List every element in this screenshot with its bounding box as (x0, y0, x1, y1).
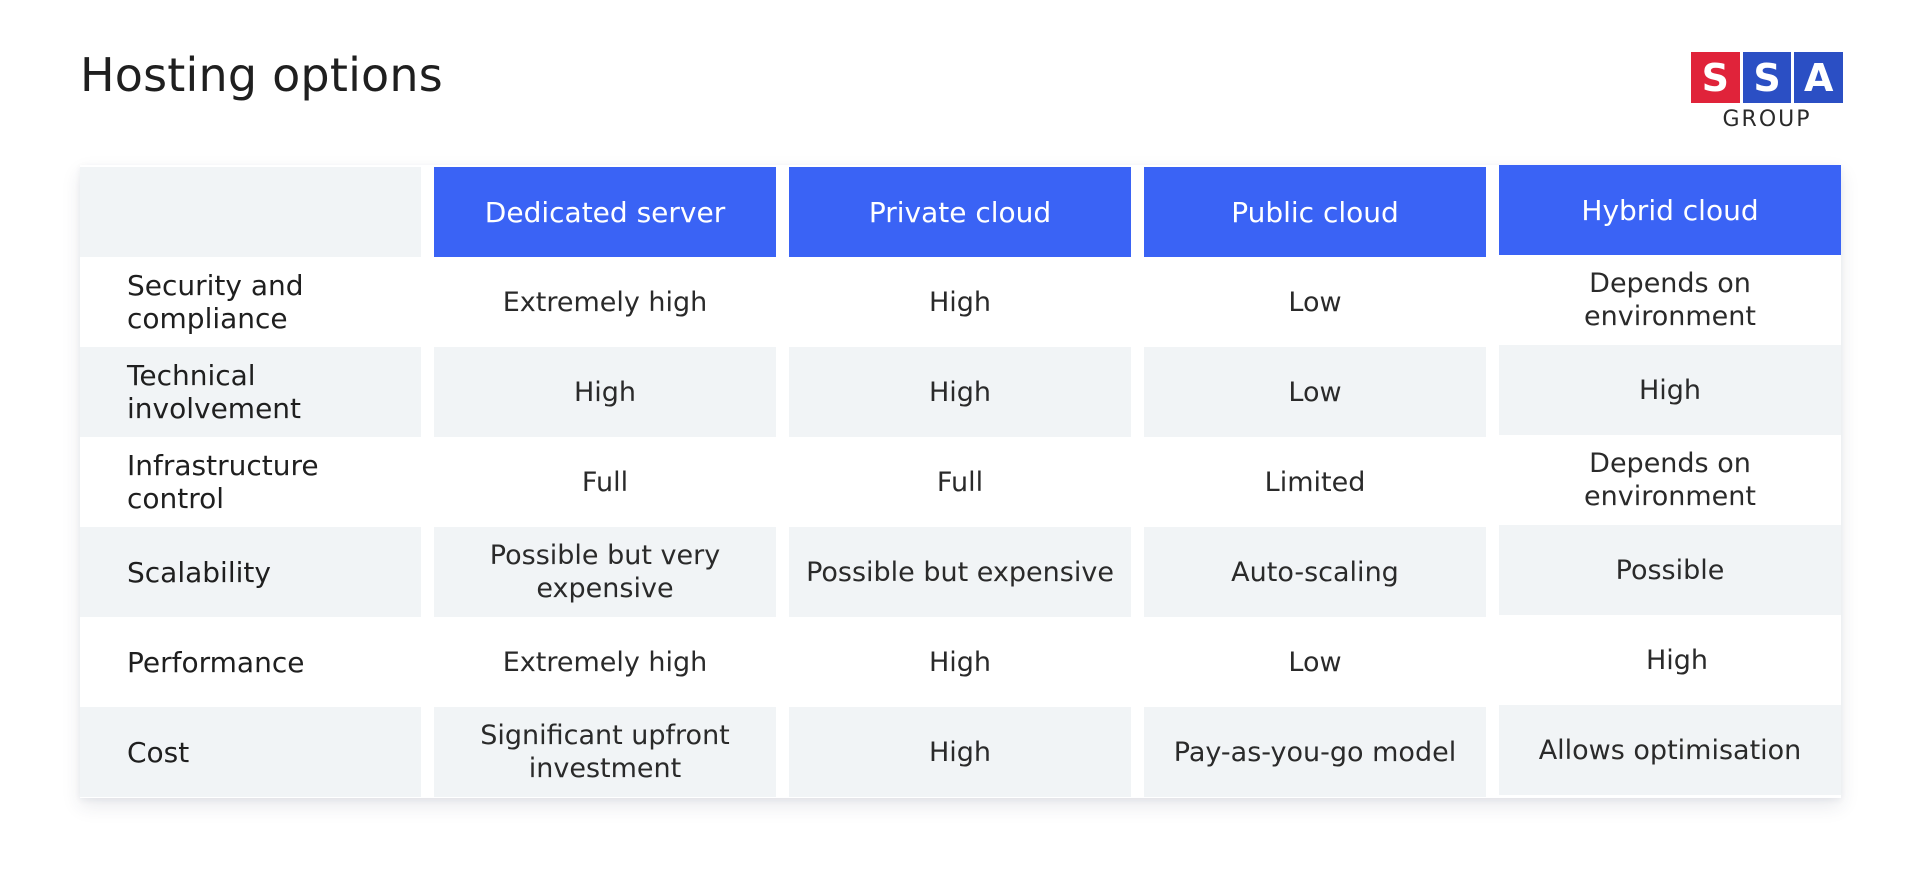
table-cell: High (1499, 345, 1841, 435)
row-label: Security and compliance (80, 257, 421, 347)
row-label: Technical involvement (80, 347, 421, 437)
table-cell: High (434, 347, 776, 437)
logo-subtitle: GROUP (1722, 107, 1812, 132)
hosting-comparison-table: Security and compliance Technical involv… (80, 165, 1841, 798)
table-cell: Pay-as-you-go model (1144, 707, 1486, 797)
table-cell: High (789, 707, 1131, 797)
table-cell: Low (1144, 617, 1486, 707)
table-cell: Full (434, 437, 776, 527)
table-cell: Possible (1499, 525, 1841, 615)
table-cell: Full (789, 437, 1131, 527)
table-cell: Depends on environment (1499, 435, 1841, 525)
table-cell: Allows optimisation (1499, 705, 1841, 795)
table-cell: High (789, 257, 1131, 347)
column-hybrid-cloud: Hybrid cloud Depends on environment High… (1499, 165, 1841, 795)
table-cell: High (789, 617, 1131, 707)
corner-cell (80, 167, 421, 257)
row-label: Scalability (80, 527, 421, 617)
logo-letter-a: A (1794, 52, 1844, 103)
table-cell: Auto-scaling (1144, 527, 1486, 617)
table-cell: Limited (1144, 437, 1486, 527)
table-cell: Extremely high (434, 257, 776, 347)
row-label: Infrastructure control (80, 437, 421, 527)
column-header: Dedicated server (434, 167, 776, 257)
page-title: Hosting options (80, 48, 443, 102)
logo-letter-s1: S (1691, 52, 1740, 103)
table-cell: Significant upfront investment (434, 707, 776, 797)
ssa-group-logo: S S A GROUP (1691, 52, 1844, 132)
table-cell: Depends on environment (1499, 255, 1841, 345)
logo-letter-s2: S (1742, 52, 1792, 103)
table-cell: High (1499, 615, 1841, 705)
table-cell: Possible but very expensive (434, 527, 776, 617)
column-dedicated-server: Dedicated server Extremely high High Ful… (434, 167, 776, 797)
row-label: Performance (80, 617, 421, 707)
column-header: Private cloud (789, 167, 1131, 257)
table-cell: Low (1144, 347, 1486, 437)
table-cell: Low (1144, 257, 1486, 347)
column-private-cloud: Private cloud High High Full Possible bu… (789, 167, 1131, 797)
table-cell: Possible but expensive (789, 527, 1131, 617)
column-header: Public cloud (1144, 167, 1486, 257)
logo-letters: S S A (1691, 52, 1844, 103)
row-labels-column: Security and compliance Technical involv… (80, 167, 421, 797)
row-label: Cost (80, 707, 421, 797)
column-header: Hybrid cloud (1499, 165, 1841, 255)
table-cell: Extremely high (434, 617, 776, 707)
table-cell: High (789, 347, 1131, 437)
column-public-cloud: Public cloud Low Low Limited Auto-scalin… (1144, 167, 1486, 797)
